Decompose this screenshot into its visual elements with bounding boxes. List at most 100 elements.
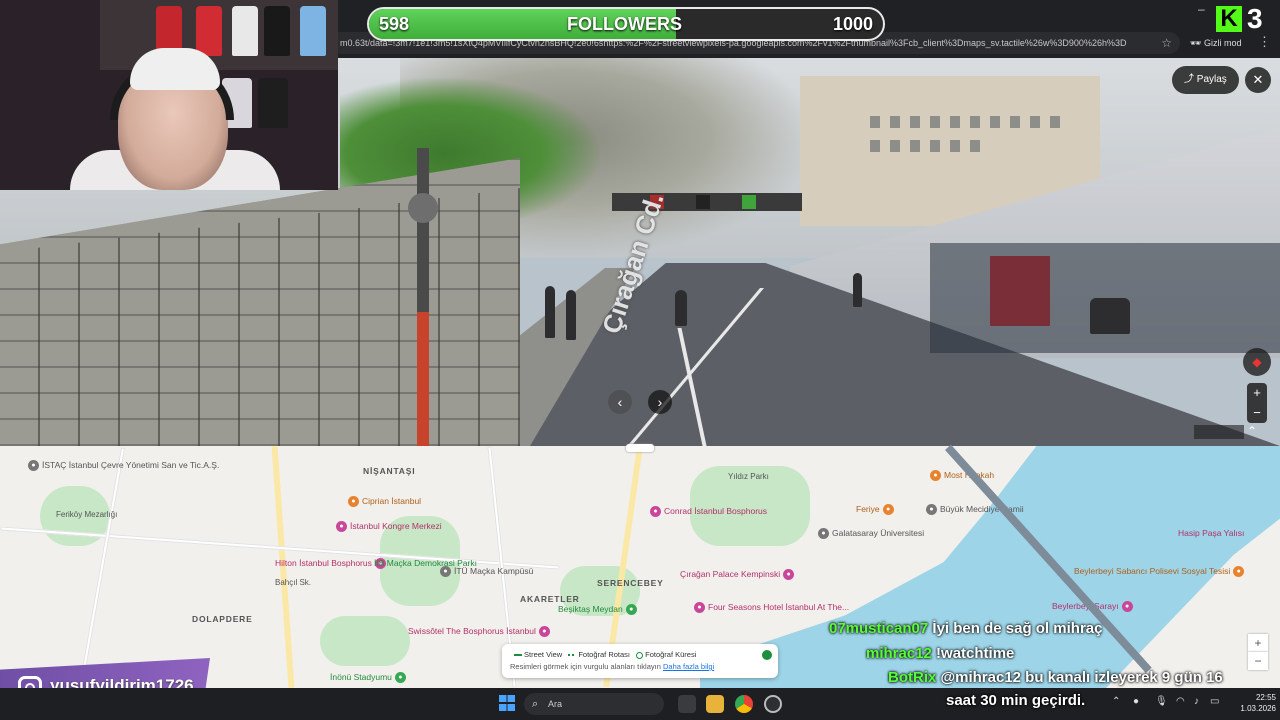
layers-thumbnail[interactable] — [1194, 425, 1244, 439]
chat-text: !watchtime — [936, 645, 1015, 662]
nav-forward-arrow[interactable]: › — [648, 390, 672, 414]
restaurant-icon: ● — [882, 504, 894, 516]
app-icon[interactable] — [764, 695, 782, 713]
nav-back-arrow[interactable]: ‹ — [608, 390, 632, 414]
share-icon: ⤴ — [1184, 74, 1197, 85]
poi-polisevi[interactable]: Beylerbeyi Sabancı Polisevi Sosyal Tesis… — [1074, 566, 1247, 578]
street-view-line-icon — [514, 654, 522, 657]
incognito-label: Gizli mod — [1203, 38, 1242, 48]
restaurant-icon: ● — [348, 496, 359, 508]
expand-icon[interactable]: ⌃ — [1247, 424, 1257, 438]
poi-conrad[interactable]: ● Conrad İstanbul Bosphorus — [650, 506, 767, 518]
tray-app-icon[interactable]: ● — [1133, 696, 1139, 707]
chrome-icon[interactable] — [735, 695, 753, 713]
poi-besiktas-meydan[interactable]: Beşiktaş Meydan ● — [558, 604, 640, 616]
poi-istac[interactable]: ● İSTAÇ İstanbul Çevre Yönetimi San ve Ti… — [28, 460, 219, 472]
follower-goal: 1000 — [832, 14, 873, 34]
system-clock[interactable]: 22:55 1.03.2026 — [1232, 692, 1276, 714]
follower-current: 598 — [379, 14, 410, 34]
map-zoom-out-button[interactable]: − — [1248, 652, 1268, 670]
chat-message: BotRix @mihrac12 bu kanalı izleyerek 9 g… — [888, 669, 1223, 686]
landmark-icon: ● — [336, 521, 347, 533]
restaurant-icon: ● — [1233, 566, 1245, 578]
task-view-icon[interactable] — [678, 695, 696, 713]
hotel-icon: ● — [538, 626, 550, 638]
district-label: SERENCEBEY — [597, 578, 664, 588]
photo-sphere-icon — [636, 651, 644, 659]
chat-text: İyi ben de sağ ol mihraç — [932, 620, 1103, 637]
chat-username: 07mustican07 — [829, 620, 929, 637]
district-label: AKARETLER — [520, 594, 580, 604]
webcam-overlay — [0, 0, 338, 190]
poi-four-seasons[interactable]: ● Four Seasons Hotel İstanbul At The... — [694, 602, 849, 614]
legend-hint: Resimleri görmek için vurgulu alanları t… — [510, 662, 661, 671]
photo-route-icon — [568, 654, 577, 657]
chat-message: mihrac12 !watchtime — [866, 645, 1014, 662]
follower-label: FOLLOWERS — [567, 14, 682, 34]
poi-feriye[interactable]: Feriye ● — [856, 504, 897, 516]
pedestrian — [853, 273, 862, 307]
district-label: NİŞANTAŞI — [363, 466, 416, 476]
chat-text: @mihrac12 bu kanalı izleyerek 9 gün 16 — [940, 669, 1223, 686]
file-explorer-icon[interactable] — [706, 695, 724, 713]
compass-icon[interactable]: ◆ — [1243, 348, 1271, 376]
poi-most-hookah[interactable]: ●Most Hookah — [930, 470, 994, 482]
clock-time: 22:55 — [1255, 693, 1276, 702]
pedestrian — [566, 290, 576, 340]
pedestrian — [545, 286, 555, 338]
street-view-legend: Street View Fotoğraf Rotası Fotoğraf Kür… — [502, 644, 778, 678]
building-icon: ● — [28, 460, 39, 472]
poi-itu[interactable]: ● İTÜ Maçka Kampüsü — [440, 566, 533, 578]
microphone-icon[interactable]: 🎙 — [1155, 696, 1168, 707]
mosque-icon: ● — [926, 504, 937, 516]
incognito-indicator: 🕶 Gizli mod — [1190, 32, 1241, 54]
people-seated — [1090, 298, 1130, 334]
share-button[interactable]: ⤴ Paylaş — [1172, 66, 1239, 94]
volume-icon[interactable]: ♪ — [1194, 696, 1199, 707]
hotel-icon: ● — [694, 602, 705, 614]
taskbar-search[interactable]: ⌕ Ara — [524, 693, 664, 715]
poi-swissotel[interactable]: Swissôtel The Bosphorus İstanbul ● — [408, 626, 553, 638]
incognito-icon: 🕶 — [1190, 38, 1202, 48]
poi-ciragan[interactable]: Çırağan Palace Kempinski ● — [680, 569, 797, 581]
palace-icon: ● — [1121, 601, 1133, 613]
restaurant-icon: ● — [930, 470, 941, 482]
zoom-out-button[interactable]: − — [1247, 403, 1267, 423]
legend-toggle[interactable] — [762, 650, 772, 660]
poi-galatasaray-uni[interactable]: ● Galatasaray Üniversitesi — [818, 528, 924, 540]
ad-panel — [990, 256, 1050, 326]
park-icon: ● — [625, 604, 637, 616]
school-icon: ● — [440, 566, 451, 578]
poi-hasip-pasa[interactable]: Hasip Paşa Yalısı — [1178, 528, 1244, 538]
search-icon: ⌕ — [532, 698, 539, 710]
battery-icon[interactable]: ▭ — [1210, 696, 1219, 707]
district-label: DOLAPDERE — [192, 614, 253, 624]
star-icon[interactable]: ☆ — [1161, 32, 1172, 54]
tray-chevron-icon[interactable]: ⌃ — [1112, 696, 1120, 707]
windows-start-icon[interactable] — [499, 695, 515, 711]
stadium-icon: ● — [394, 672, 406, 684]
poi-inonu-stadyumu[interactable]: İnönü Stadyumu ● — [330, 672, 409, 684]
viewer-count: 3 — [1247, 3, 1263, 34]
hotel-icon: ● — [783, 569, 795, 581]
close-icon[interactable]: ✕ — [1245, 67, 1271, 93]
wifi-icon[interactable]: ◠ — [1176, 696, 1185, 707]
screen: m0.63t/data=!3m7!1e1!3m5!1sXtQ4pMVIllfCy… — [0, 0, 1280, 720]
scooter-rider — [675, 290, 687, 326]
chat-text: saat 30 min geçirdi. — [946, 692, 1086, 709]
more-vert-icon[interactable]: ⋮ — [1258, 34, 1271, 50]
map-zoom-in-button[interactable]: + — [1248, 634, 1268, 652]
zoom-in-button[interactable]: + — [1247, 383, 1267, 403]
chat-username: mihrac12 — [866, 645, 932, 662]
more-info-link[interactable]: Daha fazla bilgi — [663, 662, 714, 671]
street-label: Feriköy Mezarlığı — [56, 510, 118, 519]
street-label: Bahçıl Sk. — [275, 578, 312, 587]
street-label: Yıldız Parkı — [728, 472, 769, 481]
minimize-icon[interactable]: – — [1198, 2, 1205, 16]
clock-date: 1.03.2026 — [1240, 704, 1276, 713]
split-drag-handle[interactable] — [626, 444, 654, 452]
poi-kongre[interactable]: ● İstanbul Kongre Merkezi — [336, 521, 442, 533]
school-icon: ● — [818, 528, 829, 540]
poi-hilton[interactable]: Hilton İstanbul Bosphorus ● — [275, 558, 389, 570]
poi-ciprian[interactable]: ● Ciprian İstanbul — [348, 496, 421, 508]
